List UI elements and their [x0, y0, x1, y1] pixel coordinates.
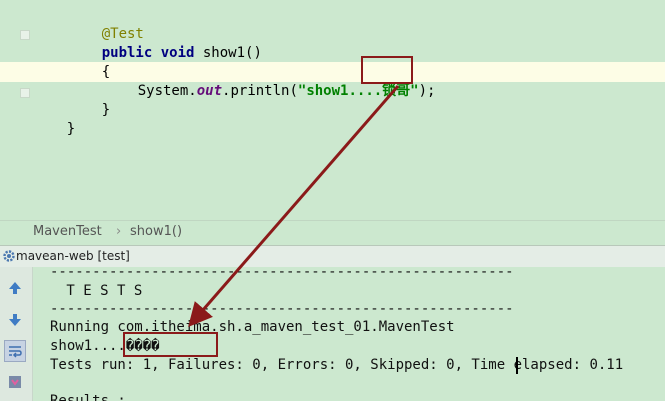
- close-brace-inner: }: [101, 102, 111, 118]
- gear-icon: [3, 250, 15, 262]
- method-signature: show1(): [194, 45, 262, 61]
- soft-wrap-button[interactable]: [4, 340, 26, 362]
- call-field: out: [196, 83, 223, 99]
- console-line: Running com.itheima.sh.a_maven_test_01.M…: [50, 319, 455, 335]
- call-end: );: [418, 83, 436, 99]
- console-line: ----------------------------------------…: [50, 267, 514, 280]
- text-caret: [516, 357, 518, 374]
- code-line-open-brace: {: [68, 44, 110, 80]
- scroll-down-button[interactable]: [4, 309, 26, 331]
- run-toolbar: [0, 267, 33, 401]
- scroll-up-button[interactable]: [4, 277, 26, 299]
- code-line-close-brace-outer: }: [33, 101, 75, 137]
- console-line: ----------------------------------------…: [50, 301, 514, 317]
- scroll-to-end-button[interactable]: [4, 371, 26, 393]
- scroll-to-end-icon: [9, 376, 21, 388]
- call-suffix: .println(: [222, 83, 298, 99]
- console-line: T E S T S: [58, 283, 143, 299]
- console-line: Results :: [50, 393, 126, 401]
- arrow-down-icon: [9, 314, 21, 326]
- keyword-void: void: [160, 45, 195, 61]
- fold-marker-icon[interactable]: [20, 88, 30, 98]
- code-editor[interactable]: @Test public void show1() { System.out.p…: [0, 0, 665, 220]
- code-line-method-signature: public void show1(): [68, 25, 262, 61]
- code-line-annotation: @Test: [68, 6, 144, 42]
- breadcrumb-separator: ›: [116, 224, 122, 239]
- run-panel-header: mavean-web [test]: [0, 245, 665, 268]
- breadcrumb: MavenTest › show1(): [0, 220, 665, 245]
- breadcrumb-method[interactable]: show1(): [130, 224, 182, 239]
- run-panel-title[interactable]: mavean-web [test]: [16, 249, 130, 263]
- highlight-box-output: [123, 332, 218, 357]
- code-line-close-brace-inner: }: [68, 82, 110, 118]
- call-prefix: System.: [137, 83, 197, 99]
- arrow-up-icon: [9, 282, 21, 294]
- fold-marker-icon[interactable]: [20, 30, 30, 40]
- breadcrumb-class[interactable]: MavenTest: [33, 224, 102, 239]
- highlight-box-source: [361, 56, 413, 84]
- close-brace-outer: }: [66, 121, 76, 137]
- console-line: Tests run: 1, Failures: 0, Errors: 0, Sk…: [50, 357, 624, 373]
- string-literal: "show1....锁哥": [297, 83, 419, 99]
- soft-wrap-icon: [9, 346, 22, 358]
